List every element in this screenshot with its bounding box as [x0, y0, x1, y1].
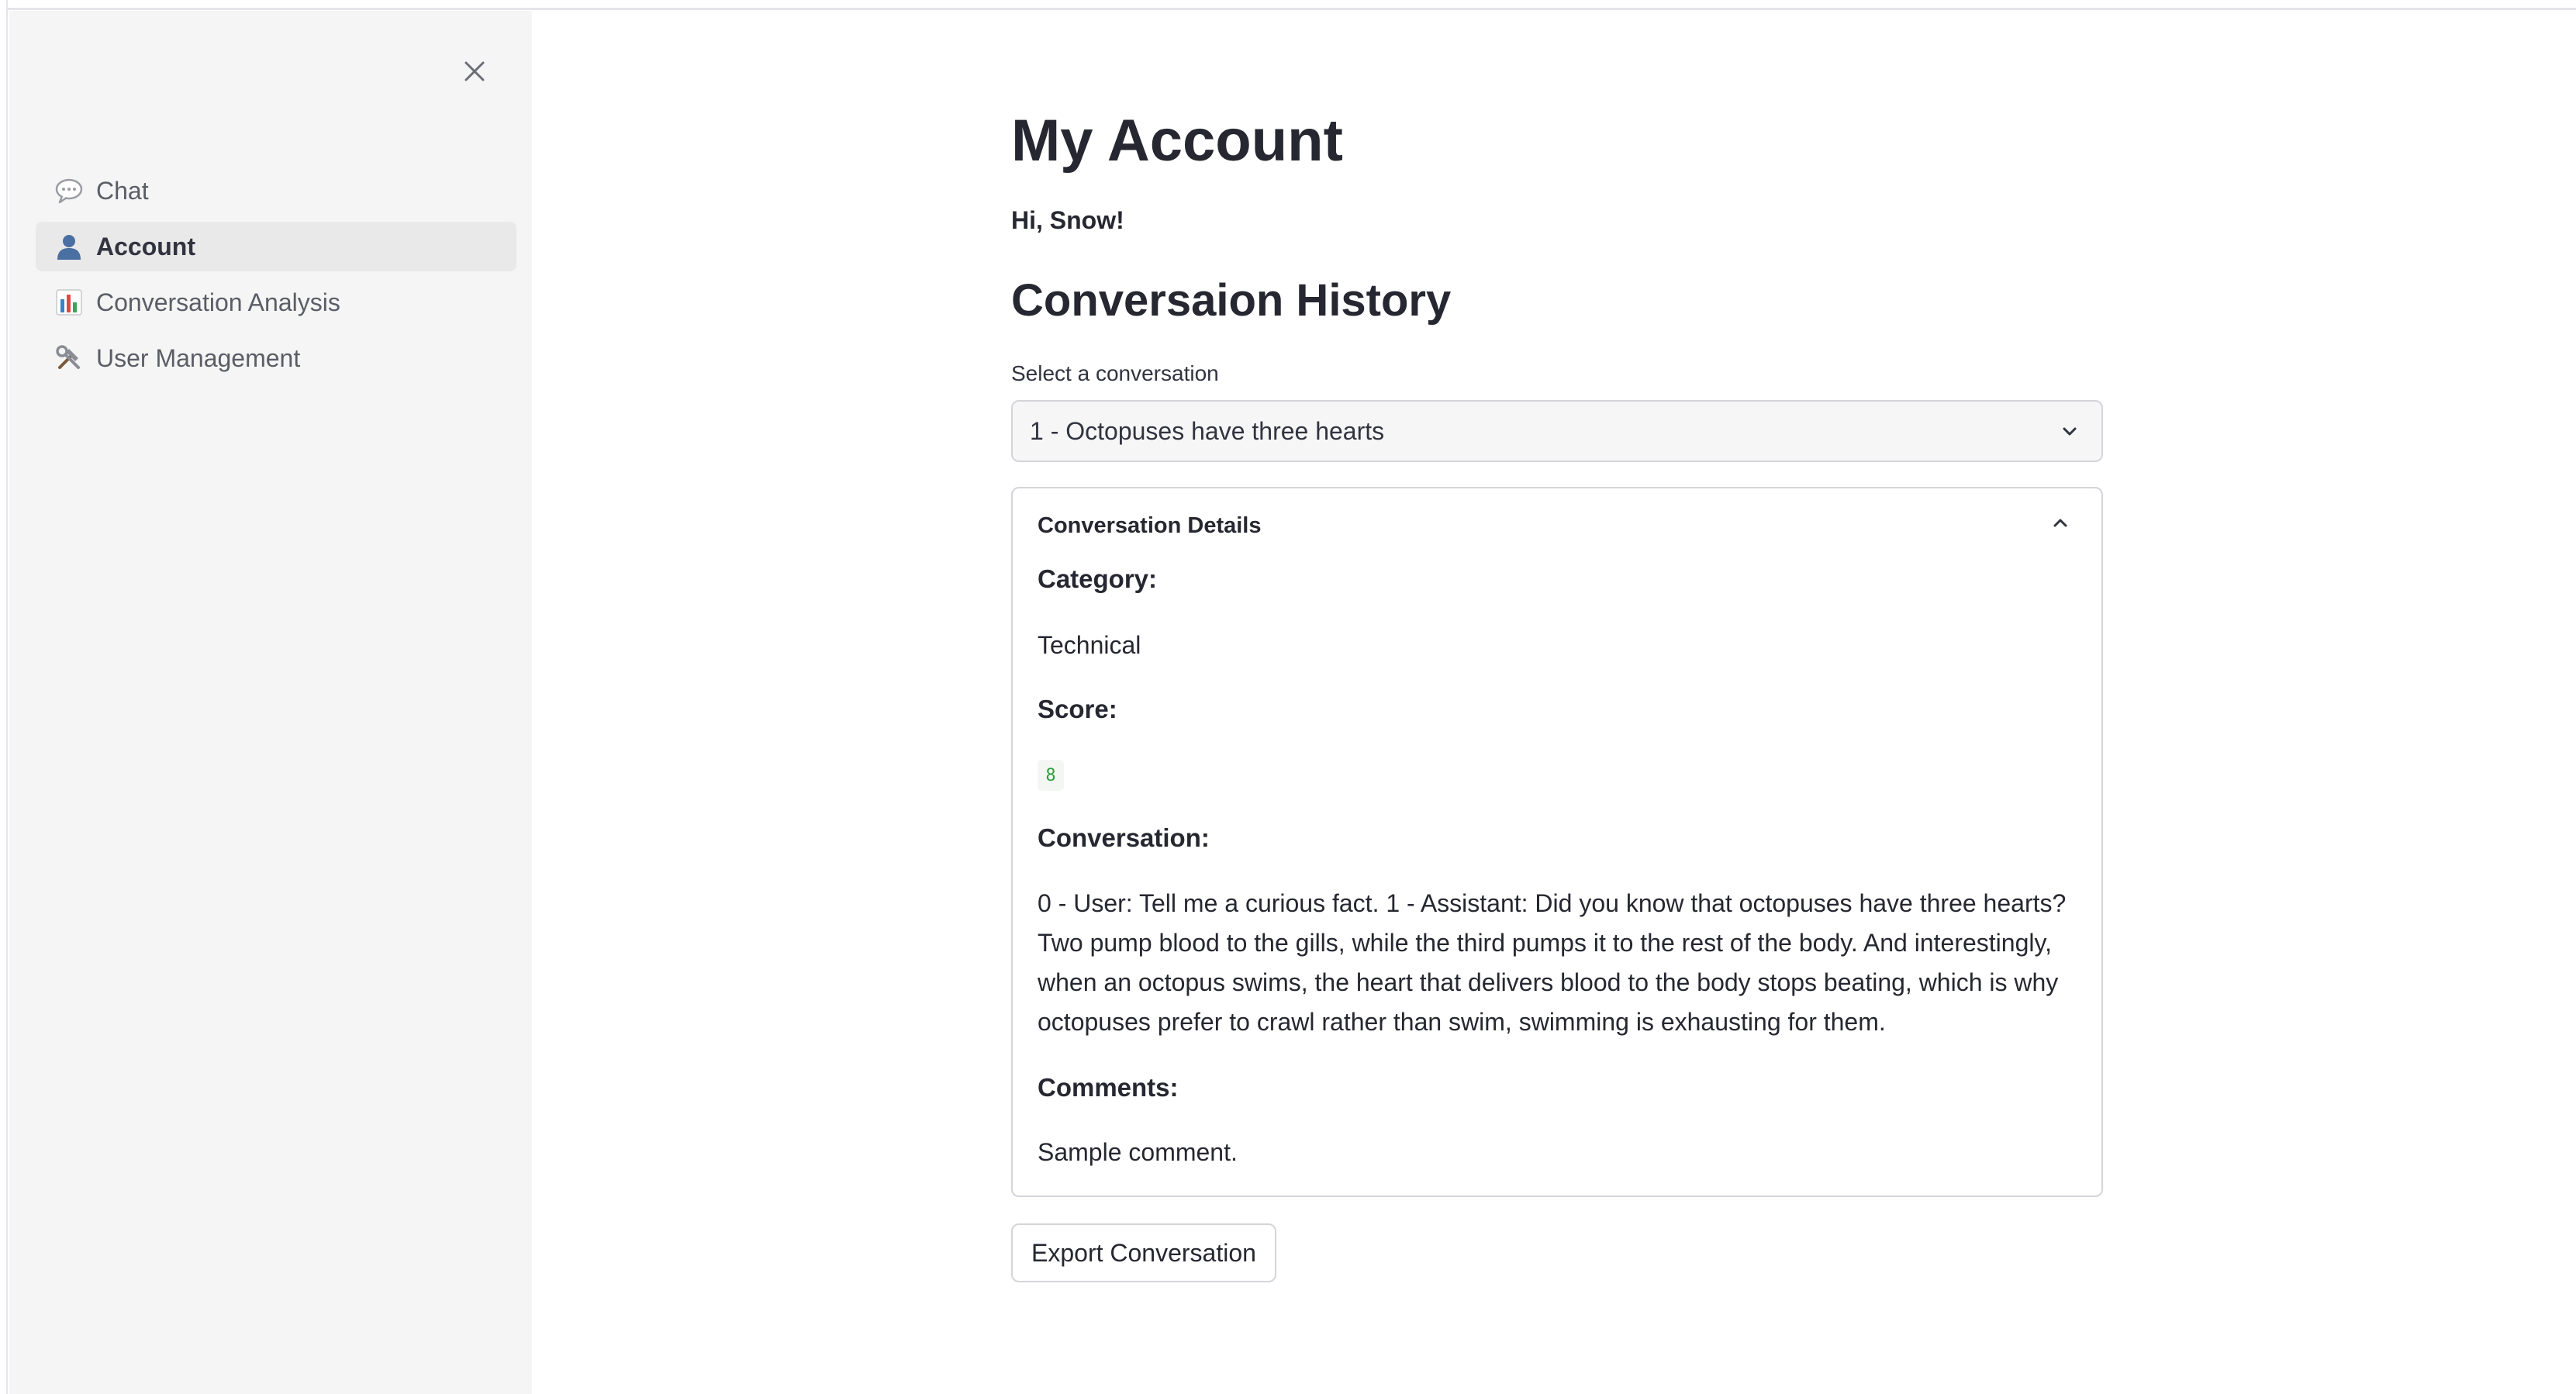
score-badge: 8 — [1038, 760, 1064, 791]
chevron-down-icon — [2063, 427, 2077, 436]
conversation-details-header[interactable]: Conversation Details — [1013, 488, 2101, 563]
conversation-select[interactable]: 1 - Octopuses have three hearts — [1011, 400, 2103, 462]
select-label: Select a conversation — [1011, 361, 1219, 385]
page-title: My Account — [1011, 108, 1343, 174]
sidebar-item-label: User Management — [96, 343, 301, 372]
comments-value: Sample comment. — [1038, 1138, 1238, 1166]
greeting-text: Hi, Snow! — [1011, 206, 1124, 234]
comments-label: Comments: — [1038, 1073, 1179, 1102]
sidebar-item-chat[interactable]: Chat — [36, 166, 516, 216]
expander-title: Conversation Details — [1038, 513, 1262, 538]
sidebar-item-conversation-analysis[interactable]: Conversation Analysis — [36, 278, 516, 327]
tools-icon — [54, 343, 84, 373]
conversation-text: 0 - User: Tell me a curious fact. 1 - As… — [1038, 889, 2067, 1036]
sidebar-item-label: Chat — [96, 176, 149, 205]
chevron-up-icon — [2053, 519, 2067, 527]
score-label: Score: — [1038, 695, 1117, 723]
sidebar-item-user-management[interactable]: User Management — [36, 333, 516, 383]
sidebar-item-account[interactable]: Account — [36, 222, 516, 271]
category-label: Category: — [1038, 564, 1158, 593]
bar-chart-icon — [54, 288, 84, 317]
left-edge — [0, 0, 8, 1394]
close-icon — [464, 61, 485, 81]
sidebar: Chat Account Conversation Analysis User … — [9, 11, 532, 1394]
sidebar-item-label: Account — [96, 232, 195, 261]
select-value: 1 - Octopuses have three hearts — [1030, 416, 1385, 445]
conversation-label: Conversation: — [1038, 823, 1210, 852]
conversation-details-expander: Conversation Details Category: Technical… — [1011, 487, 2103, 1197]
export-conversation-button[interactable]: Export Conversation — [1011, 1223, 1276, 1282]
speech-bubble-icon — [54, 176, 84, 205]
sidebar-item-label: Conversation Analysis — [96, 288, 340, 316]
top-border — [0, 0, 2576, 10]
section-title: Conversaion History — [1011, 275, 1452, 326]
user-icon — [54, 232, 84, 261]
close-sidebar-button[interactable] — [451, 48, 498, 95]
category-value: Technical — [1038, 631, 1141, 659]
sidebar-nav: Chat Account Conversation Analysis User … — [36, 166, 516, 389]
